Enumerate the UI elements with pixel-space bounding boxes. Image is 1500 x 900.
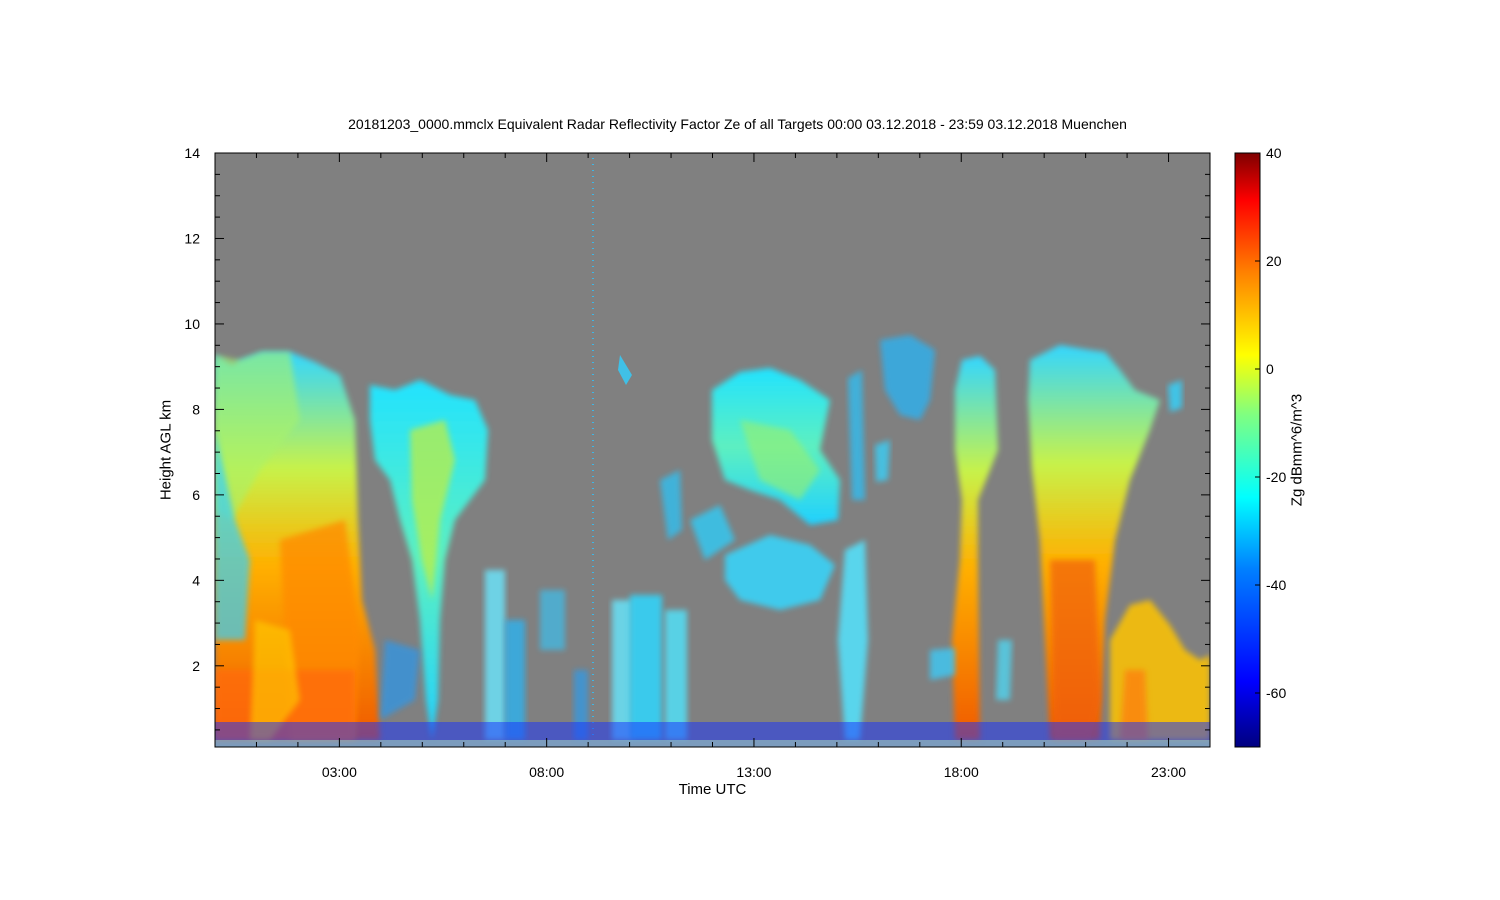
low-cells: [485, 570, 505, 740]
y-tick-label: 4: [192, 572, 200, 588]
colorbar-tick-label: -20: [1266, 469, 1286, 485]
y-tick-label: 14: [184, 145, 200, 161]
colorbar: [1234, 152, 1261, 748]
y-tick-label: 2: [192, 658, 200, 674]
y-tick-label: 8: [192, 401, 200, 417]
x-tick-label: 23:00: [1151, 764, 1186, 780]
colorbar-tick-label: 0: [1266, 361, 1274, 377]
x-tick-label: 18:00: [944, 764, 979, 780]
y-tick-label: 6: [192, 487, 200, 503]
colorbar-tick-label: -60: [1266, 685, 1286, 701]
x-tick-label: 03:00: [322, 764, 357, 780]
colorbar-tick-label: 20: [1266, 253, 1282, 269]
radar-reflectivity-chart: 03:00 08:00 13:00 18:00 23:00 2 4 6 8 10 12 14 40 2…: [184, 145, 1286, 780]
colorbar-tick-label: -40: [1266, 577, 1286, 593]
y-tick-label: 12: [184, 230, 200, 246]
x-tick-label: 13:00: [736, 764, 771, 780]
x-tick-label: 08:00: [529, 764, 564, 780]
y-tick-label: 10: [184, 316, 200, 332]
colorbar-tick-label: 40: [1266, 145, 1282, 161]
